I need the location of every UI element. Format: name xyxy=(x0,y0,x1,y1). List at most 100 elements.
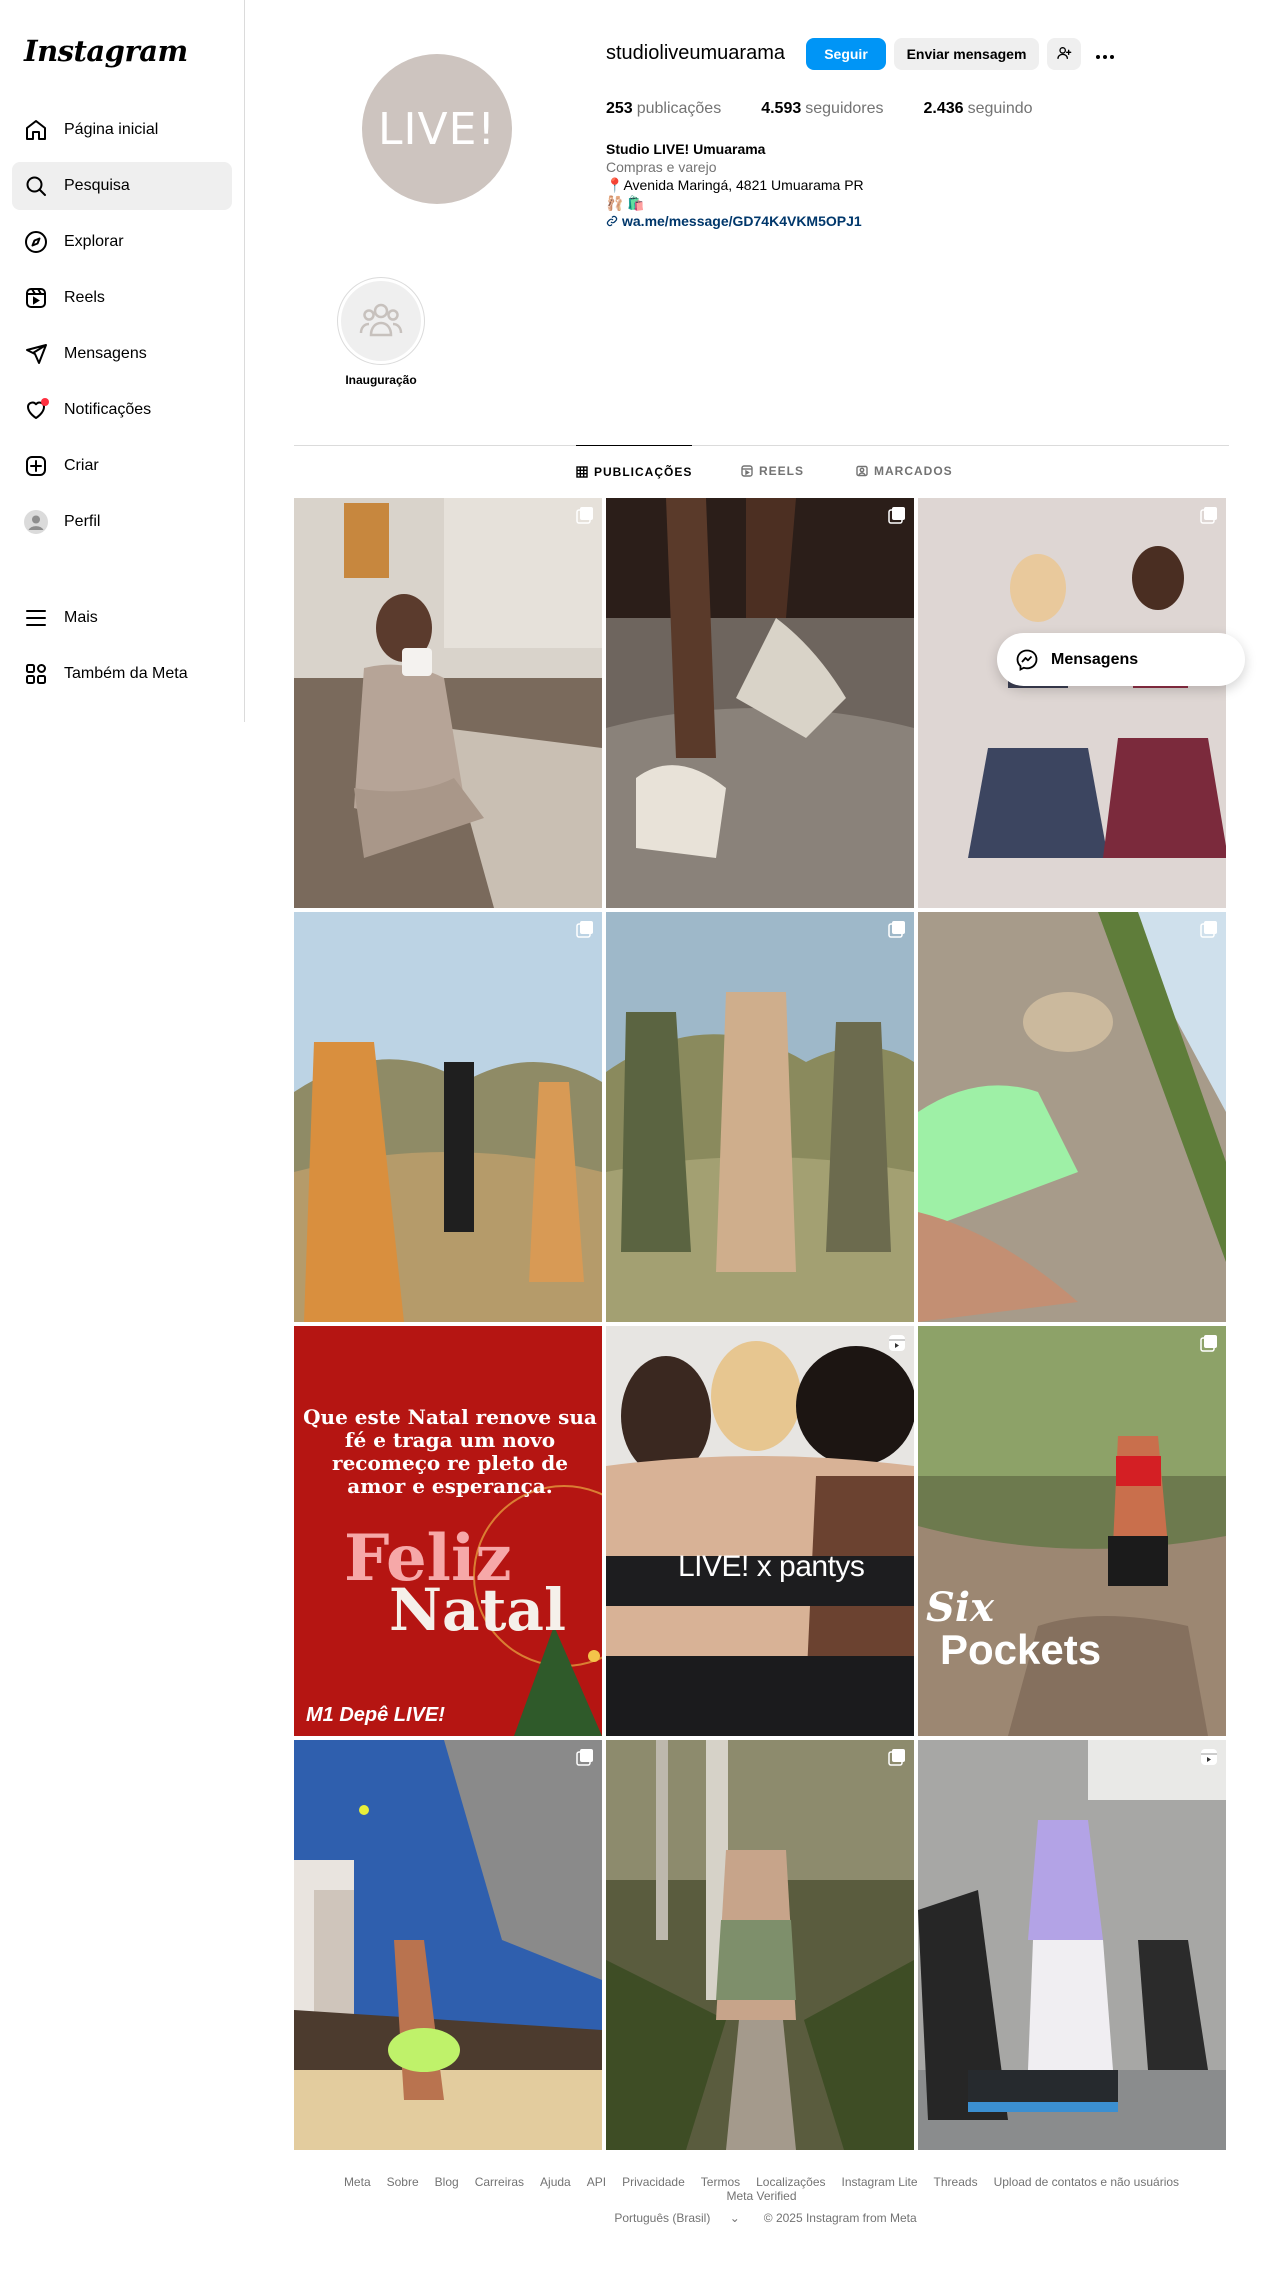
avatar-logo-text: LIVE! xyxy=(377,103,497,155)
sidebar-item-create[interactable]: Criar xyxy=(12,442,232,490)
carousel-icon xyxy=(1200,920,1218,938)
profile-link[interactable]: wa.me/message/GD74K4VKM5OPJ1 xyxy=(606,212,864,230)
footer-link[interactable]: Privacidade xyxy=(622,2175,685,2189)
post-tile[interactable] xyxy=(294,498,602,908)
six-text: Six xyxy=(926,1584,994,1631)
sidebar-item-notifications[interactable]: Notificações xyxy=(12,386,232,434)
search-icon xyxy=(24,174,48,198)
footer-link[interactable]: API xyxy=(587,2175,606,2189)
plus-square-icon xyxy=(24,454,48,478)
footer-link[interactable]: Meta xyxy=(344,2175,371,2189)
footer-link[interactable]: Instagram Lite xyxy=(842,2175,918,2189)
notification-dot xyxy=(41,398,49,406)
footer-link[interactable]: Threads xyxy=(934,2175,978,2189)
menu-icon xyxy=(24,606,48,630)
post-tile[interactable] xyxy=(294,912,602,1322)
post-tile[interactable] xyxy=(918,498,1226,908)
post-tile[interactable]: Six Pockets xyxy=(918,1326,1226,1736)
highlight-label: Inauguração xyxy=(345,373,417,387)
floating-messages-button[interactable]: Mensagens xyxy=(997,633,1245,686)
add-person-icon xyxy=(1056,45,1072,64)
sidebar-item-search[interactable]: Pesquisa xyxy=(12,162,232,210)
send-icon xyxy=(24,342,48,366)
reel-icon xyxy=(888,1334,906,1352)
pockets-text: Pockets xyxy=(940,1626,1102,1673)
sidebar: Instagram Página inicial Pesquisa Explor… xyxy=(0,0,245,722)
footer-link[interactable]: Carreiras xyxy=(475,2175,524,2189)
sidebar-item-profile[interactable]: Perfil xyxy=(12,498,232,546)
profile-avatar-large[interactable]: LIVE! xyxy=(362,54,512,204)
profile-username: studioliveumuarama xyxy=(606,42,785,64)
footer-link[interactable]: Termos xyxy=(701,2175,740,2189)
sidebar-item-more[interactable]: Mais xyxy=(12,594,232,642)
pin-icon: 📍 xyxy=(606,177,624,193)
sidebar-item-label: Explorar xyxy=(64,233,124,250)
sidebar-item-home[interactable]: Página inicial xyxy=(12,106,232,154)
more-horizontal-icon xyxy=(1095,43,1115,66)
post-tile[interactable] xyxy=(606,1740,914,2150)
compass-icon xyxy=(24,230,48,254)
heart-icon xyxy=(24,398,49,422)
christmas-message: Que este Natal renove sua fé e traga um … xyxy=(303,1405,597,1498)
sidebar-item-messages[interactable]: Mensagens xyxy=(12,330,232,378)
footer-link[interactable]: Blog xyxy=(435,2175,459,2189)
footer-link[interactable]: Localizações xyxy=(756,2175,825,2189)
copyright: © 2025 Instagram from Meta xyxy=(763,2211,917,2225)
footer-link[interactable]: Upload de contatos e não usuários xyxy=(994,2175,1179,2189)
instagram-logo[interactable]: Instagram xyxy=(24,34,188,68)
sidebar-item-label: Notificações xyxy=(64,401,152,418)
tab-posts[interactable]: PUBLICAÇÕES xyxy=(576,445,693,497)
send-message-button[interactable]: Enviar mensagem xyxy=(894,38,1039,70)
footer-link[interactable]: Ajuda xyxy=(540,2175,571,2189)
brand-logos: M1 Depê LIVE! xyxy=(306,1704,445,1726)
highlight-ring xyxy=(337,277,425,365)
sidebar-item-also-from-meta[interactable]: Também da Meta xyxy=(12,650,232,698)
more-options-button[interactable] xyxy=(1089,38,1121,70)
sidebar-item-label: Reels xyxy=(64,289,105,306)
meta-apps-icon xyxy=(24,662,48,686)
profile-avatar xyxy=(24,510,48,534)
footer-link[interactable]: Sobre xyxy=(387,2175,419,2189)
carousel-icon xyxy=(888,506,906,524)
floating-messages-label: Mensagens xyxy=(1051,650,1139,668)
profile-full-name: Studio LIVE! Umuarama xyxy=(606,141,766,157)
post-tile[interactable]: LIVE! x pantys xyxy=(606,1326,914,1736)
post-tile[interactable] xyxy=(918,1740,1226,2150)
sidebar-item-reels[interactable]: Reels xyxy=(12,274,232,322)
sidebar-item-label: Perfil xyxy=(64,513,101,530)
post-tile[interactable] xyxy=(294,1740,602,2150)
reels-icon xyxy=(24,286,48,310)
tag-icon xyxy=(856,465,868,477)
following-count[interactable]: 2.436 seguindo xyxy=(924,100,1033,118)
carousel-icon xyxy=(576,506,594,524)
posts-count: 253 publicações xyxy=(606,100,722,117)
post-tile[interactable] xyxy=(606,912,914,1322)
collab-caption: LIVE! x pantys xyxy=(678,1550,865,1583)
reel-icon xyxy=(1200,1748,1218,1766)
home-icon xyxy=(24,118,48,142)
sidebar-item-label: Criar xyxy=(64,457,99,474)
tab-tagged[interactable]: MARCADOS xyxy=(856,445,953,497)
suggest-accounts-button[interactable] xyxy=(1047,38,1081,70)
post-tile[interactable] xyxy=(606,498,914,908)
post-tile[interactable]: Que este Natal renove sua fé e traga um … xyxy=(294,1326,602,1736)
chevron-down-icon: ⌄ xyxy=(729,2211,740,2225)
link-icon xyxy=(606,215,618,227)
sidebar-item-explore[interactable]: Explorar xyxy=(12,218,232,266)
story-highlight[interactable]: Inauguração xyxy=(337,277,425,387)
sidebar-nav: Página inicial Pesquisa Explorar Reels M… xyxy=(12,106,232,554)
carousel-icon xyxy=(576,920,594,938)
post-tile[interactable] xyxy=(918,912,1226,1322)
follow-button[interactable]: Seguir xyxy=(806,38,886,70)
carousel-icon xyxy=(888,1748,906,1766)
sidebar-item-label: Mais xyxy=(64,609,98,626)
highlight-cover xyxy=(341,281,421,361)
carousel-icon xyxy=(1200,506,1218,524)
carousel-icon xyxy=(576,1748,594,1766)
sidebar-item-label: Mensagens xyxy=(64,345,147,362)
natal-text: Natal xyxy=(389,1576,567,1644)
footer-link[interactable]: Meta Verified xyxy=(726,2189,796,2203)
language-selector[interactable]: Português (Brasil) ⌄ xyxy=(606,2211,747,2225)
tab-reels[interactable]: REELS xyxy=(741,445,804,497)
followers-count[interactable]: 4.593 seguidores xyxy=(761,100,883,118)
